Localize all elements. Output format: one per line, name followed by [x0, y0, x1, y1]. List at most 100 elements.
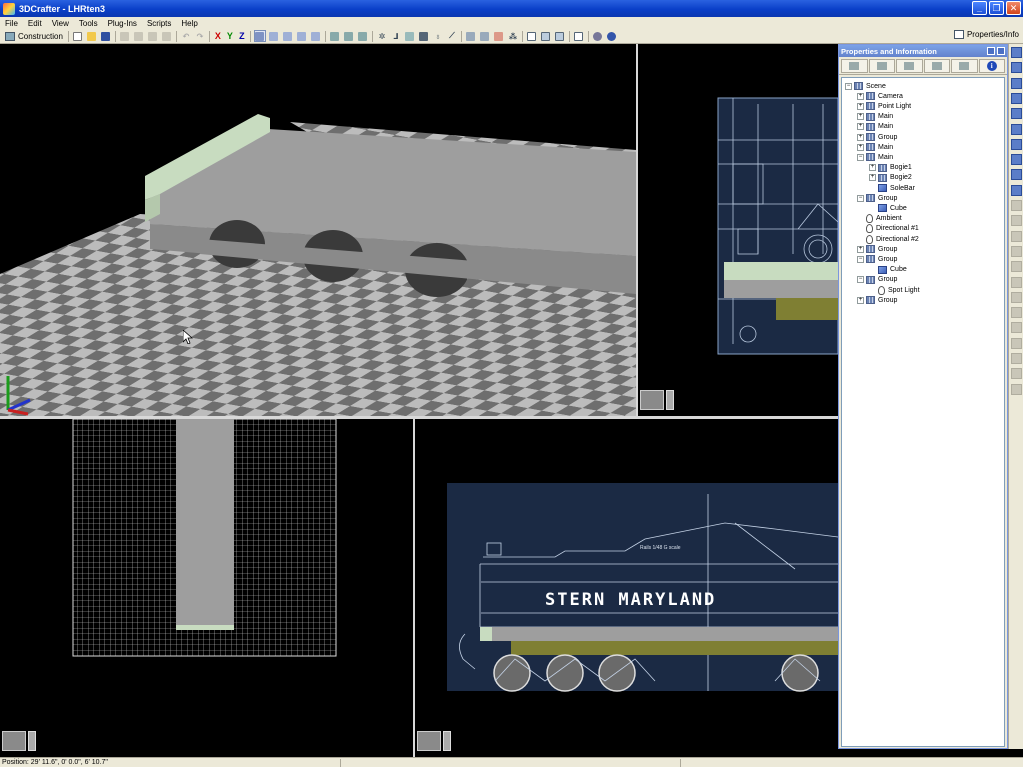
viewport-perspective[interactable]	[0, 44, 636, 416]
tree-item[interactable]: Cube	[869, 203, 907, 213]
quad-view-button[interactable]	[554, 30, 566, 42]
scene-tree[interactable]: − Scene + Camera + Point Light + Main + Main + Grou…	[841, 77, 1005, 747]
axis-tool-button[interactable]: ⅃	[390, 30, 402, 42]
tree-item[interactable]: Spot Light	[869, 285, 920, 295]
weld-icon[interactable]	[1011, 245, 1022, 257]
view-cube[interactable]	[640, 388, 676, 412]
rect-select-icon[interactable]	[1011, 77, 1022, 89]
tree-expander-icon[interactable]: −	[857, 194, 864, 202]
save-button[interactable]	[100, 30, 112, 42]
anchor-icon[interactable]	[1011, 184, 1022, 196]
tab-geometry[interactable]	[923, 58, 950, 73]
lathe-icon[interactable]	[1011, 322, 1022, 334]
bevel-icon[interactable]	[1011, 230, 1022, 242]
select-face-button[interactable]	[282, 30, 294, 42]
select-group-button[interactable]	[268, 30, 280, 42]
tree-item[interactable]: + Group	[857, 132, 897, 142]
minimize-button[interactable]: _	[972, 1, 987, 15]
web-button[interactable]	[592, 30, 604, 42]
open-file-button[interactable]	[86, 30, 98, 42]
pointer-icon[interactable]	[1011, 47, 1022, 58]
tree-item[interactable]: + Point Light	[857, 101, 911, 111]
select-box-icon[interactable]	[1011, 62, 1022, 74]
maximize-button[interactable]: ❐	[989, 1, 1004, 15]
paste-button[interactable]	[147, 30, 159, 42]
smooth-icon[interactable]	[1011, 307, 1022, 319]
bookmark-button[interactable]: ⁂	[507, 30, 519, 42]
menu-file[interactable]: File	[0, 19, 23, 28]
tree-item[interactable]: + Bogie2	[869, 173, 912, 183]
scale-tool-button[interactable]	[357, 30, 369, 42]
tree-expander-icon[interactable]: +	[869, 164, 876, 172]
add-object-button[interactable]: ✲	[376, 30, 388, 42]
material-button[interactable]	[493, 30, 505, 42]
add-camera-button[interactable]	[418, 30, 430, 42]
menu-scripts[interactable]: Scripts	[142, 19, 176, 28]
render-button[interactable]	[465, 30, 477, 42]
tree-expander-icon[interactable]: +	[857, 102, 864, 110]
tree-expander-icon[interactable]: +	[857, 133, 864, 141]
brush-icon[interactable]	[1011, 154, 1022, 166]
viewport-splitter-vertical[interactable]	[636, 44, 638, 419]
tab-animation[interactable]	[951, 58, 978, 73]
tree-item[interactable]: − Main	[857, 152, 893, 162]
viewport-right[interactable]	[638, 44, 838, 416]
extrude-icon[interactable]	[1011, 215, 1022, 227]
menu-view[interactable]: View	[47, 19, 74, 28]
tree-item[interactable]: + Main	[857, 142, 893, 152]
tree-expander-icon[interactable]: +	[869, 174, 876, 182]
tree-expander-icon[interactable]: +	[857, 123, 864, 131]
tree-expander-icon[interactable]: −	[845, 82, 852, 90]
select-object-button[interactable]	[253, 30, 266, 42]
redo-button[interactable]: ↷	[194, 30, 206, 42]
split-view-button[interactable]	[540, 30, 552, 42]
tree-expander-icon[interactable]: +	[857, 143, 864, 151]
tree-item[interactable]: SoleBar	[869, 183, 915, 193]
menu-edit[interactable]: Edit	[23, 19, 47, 28]
lasso-icon[interactable]	[1011, 92, 1022, 104]
axis-y-toggle[interactable]: Y	[224, 31, 236, 41]
fullscreen-button[interactable]	[573, 30, 585, 42]
mirror-icon[interactable]	[1011, 276, 1022, 288]
add-path-button[interactable]: ⟋	[446, 30, 458, 42]
menu-help[interactable]: Help	[176, 19, 202, 28]
tab-material[interactable]	[896, 58, 923, 73]
animation-button[interactable]	[479, 30, 491, 42]
single-view-button[interactable]	[526, 30, 538, 42]
eyedropper-icon[interactable]	[1011, 169, 1022, 181]
menu-plugins[interactable]: Plug-Ins	[103, 19, 142, 28]
tree-expander-icon[interactable]: −	[857, 255, 864, 263]
tab-info[interactable]: i	[978, 58, 1005, 73]
panel-close-button[interactable]	[997, 47, 1005, 55]
tree-expander-icon[interactable]: +	[857, 92, 864, 100]
tree-item[interactable]: + Group	[857, 295, 897, 305]
tree-expander-icon[interactable]: −	[857, 276, 864, 284]
tree-expander-icon[interactable]: −	[857, 153, 864, 161]
tree-item[interactable]: − Group	[857, 275, 897, 285]
wand-icon[interactable]	[1011, 108, 1022, 120]
array-icon[interactable]	[1011, 383, 1022, 395]
boolean-icon[interactable]	[1011, 368, 1022, 380]
subdivide-icon[interactable]	[1011, 291, 1022, 303]
undo-button[interactable]: ↶	[180, 30, 192, 42]
properties-info-toggle[interactable]: Properties/Info	[953, 30, 1019, 39]
add-shape-button[interactable]	[404, 30, 416, 42]
tree-item[interactable]: Directional #1	[857, 224, 919, 234]
add-light-button[interactable]: ♁	[432, 30, 444, 42]
tab-transform[interactable]	[868, 58, 895, 73]
new-file-button[interactable]	[72, 30, 84, 42]
knife-icon[interactable]	[1011, 200, 1022, 211]
tree-item[interactable]: + Camera	[857, 91, 903, 101]
construction-mode-button[interactable]: Construction	[2, 30, 66, 43]
menu-tools[interactable]: Tools	[74, 19, 103, 28]
tree-item[interactable]: − Group	[857, 254, 897, 264]
rotate-tool-button[interactable]	[343, 30, 355, 42]
tree-item[interactable]: Directional #2	[857, 234, 919, 244]
tree-item[interactable]: − Scene	[845, 81, 886, 91]
panel-float-button[interactable]	[987, 47, 995, 55]
delete-button[interactable]	[161, 30, 173, 42]
tree-item[interactable]: + Main	[857, 122, 893, 132]
select-edge-button[interactable]	[296, 30, 308, 42]
copy-button[interactable]	[133, 30, 145, 42]
loft-icon[interactable]	[1011, 353, 1022, 364]
